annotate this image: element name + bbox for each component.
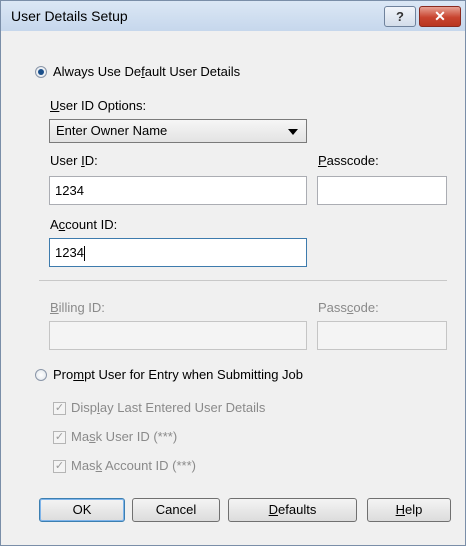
chevron-down-icon <box>288 129 298 135</box>
always-use-default-radio[interactable] <box>35 66 47 78</box>
ok-button[interactable]: OK <box>39 498 125 522</box>
user-id-input[interactable]: 1234 <box>49 176 307 205</box>
always-use-default-label[interactable]: Always Use Default User Details <box>53 64 240 79</box>
user-id-options-label: User ID Options: <box>50 98 147 113</box>
mask-account-id-checkbox[interactable]: ✓ <box>53 460 66 473</box>
mask-user-id-label: Mask User ID (***) <box>71 429 178 444</box>
defaults-button[interactable]: Defaults <box>228 498 357 522</box>
user-details-dialog: User Details Setup ? ✕ Always Use Defaul… <box>0 0 466 546</box>
text-caret <box>83 246 85 262</box>
billing-passcode-label: Passcode: <box>318 300 379 315</box>
user-id-label: User ID: <box>50 153 98 168</box>
billing-id-input[interactable] <box>49 321 307 350</box>
account-id-label: Account ID: <box>50 217 118 232</box>
mask-user-id-checkbox[interactable]: ✓ <box>53 431 66 444</box>
billing-passcode-input[interactable] <box>317 321 447 350</box>
separator <box>39 280 447 281</box>
close-button[interactable]: ✕ <box>419 6 461 27</box>
passcode-label: Passcode: <box>318 153 379 168</box>
prompt-user-label[interactable]: Prompt User for Entry when Submitting Jo… <box>53 367 303 382</box>
cancel-button[interactable]: Cancel <box>132 498 220 522</box>
billing-id-label: Billing ID: <box>50 300 105 315</box>
help-button[interactable]: Help <box>367 498 451 522</box>
help-icon-button[interactable]: ? <box>384 6 416 27</box>
passcode-input[interactable] <box>317 176 447 205</box>
display-last-checkbox[interactable]: ✓ <box>53 402 66 415</box>
account-id-input[interactable]: 1234 <box>49 238 307 267</box>
prompt-user-radio[interactable] <box>35 369 47 381</box>
mask-account-id-label: Mask Account ID (***) <box>71 458 196 473</box>
dialog-title: User Details Setup <box>11 8 128 24</box>
user-id-options-selected: Enter Owner Name <box>56 123 168 138</box>
title-bar: User Details Setup ? ✕ <box>1 1 465 31</box>
user-id-options-dropdown[interactable]: Enter Owner Name <box>49 119 307 143</box>
account-id-value: 1234 <box>55 245 84 260</box>
display-last-label: Display Last Entered User Details <box>71 400 266 415</box>
